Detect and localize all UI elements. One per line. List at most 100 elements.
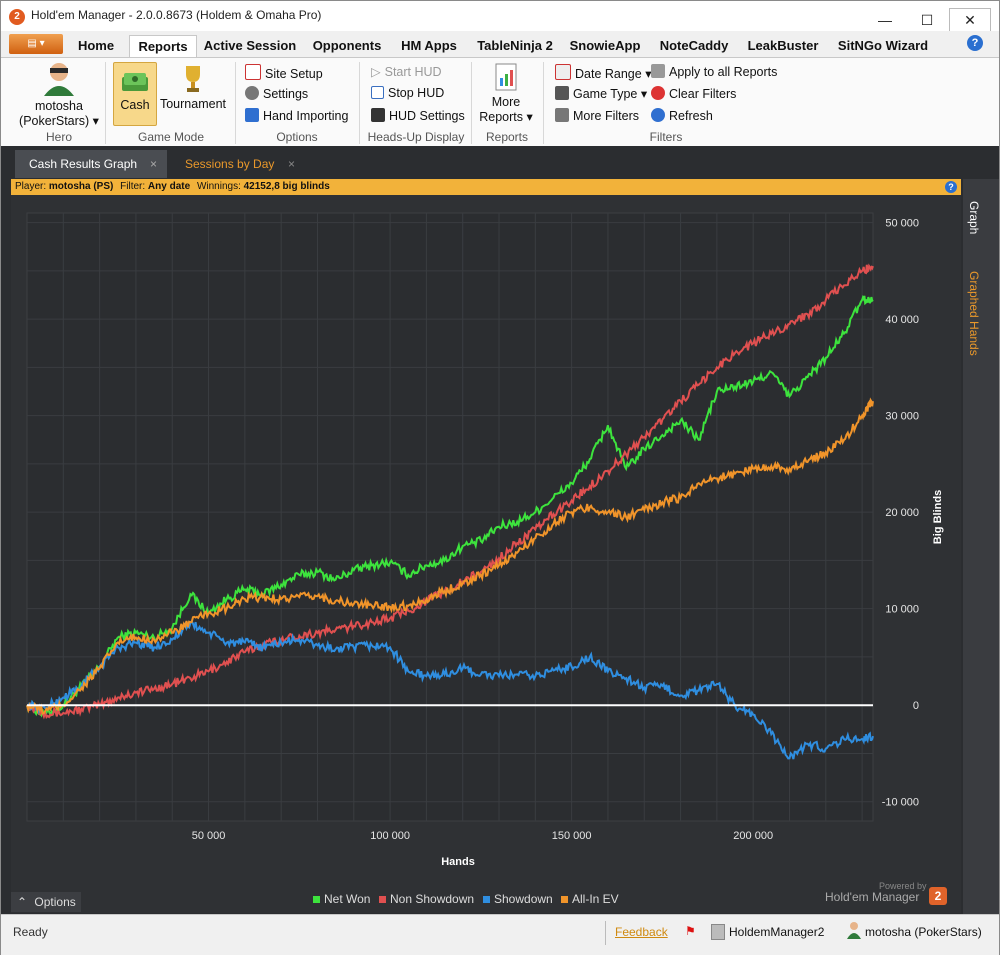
winnings-value: 42152,8 big blinds [243,181,330,192]
database-icon [711,924,725,940]
calendar-icon [555,64,571,80]
play-icon: ▷ [371,65,381,79]
tab-home[interactable]: Home [69,35,123,57]
filter-value: Any date [147,181,191,192]
tab-cash-results-graph[interactable]: Cash Results Graph × [15,150,167,178]
tab-notecaddy[interactable]: NoteCaddy [655,35,733,57]
database-name: HoldemManager2 [729,925,825,939]
date-range-button[interactable]: Date Range ▾ [555,64,651,81]
site-setup-icon [245,64,261,80]
filter-label: Filter: [120,181,146,192]
y-tick-label: 10 000 [885,604,919,616]
import-arrow-icon [245,108,259,122]
y-axis-label: Big Blinds [932,490,944,544]
game-mode-group-label: Game Mode [137,130,205,144]
y-tick-label: 30 000 [885,411,919,423]
ribbon-divider [543,62,544,144]
apply-all-reports-button[interactable]: Apply to all Reports [651,64,777,79]
hero-group-label: Hero [45,130,72,144]
site-setup-button[interactable]: Site Setup [245,64,323,81]
hud-settings-button[interactable]: HUD Settings [371,108,465,123]
legend-swatch [483,896,490,903]
refresh-button[interactable]: Refresh [651,108,713,123]
legend-all-in-ev[interactable]: All-In EV [561,892,619,906]
tab-opponents[interactable]: Opponents [307,35,387,57]
clear-icon [651,86,665,100]
tab-tableninja[interactable]: TableNinja 2 [473,35,557,57]
ribbon-divider [359,62,360,144]
status-bar: Ready Feedback ⚑ HoldemManager2 motosha … [1,914,999,955]
winnings-label: Winnings: [196,181,241,192]
status-user: motosha (PokerStars) [865,925,982,939]
filter-icon [555,108,569,122]
more-reports-label-2: Reports ▾ [479,110,533,124]
status-text: Ready [13,925,48,939]
cash-button[interactable]: Cash [113,62,157,126]
feedback-link[interactable]: Feedback [615,925,668,939]
player-value: motosha (PS) [48,181,114,192]
ribbon: motosha (PokerStars) ▾ Hero Cash Tournam… [1,57,999,147]
tab-sitngo-wizard[interactable]: SitNGo Wizard [833,35,933,57]
close-tab-icon[interactable]: × [150,150,157,178]
menu-bar: ▤ ▾ Home Reports Active Session Opponent… [1,31,999,58]
minimize-button[interactable]: — [865,9,905,33]
tab-leakbuster[interactable]: LeakBuster [741,35,825,57]
close-tab-icon[interactable]: × [288,150,295,178]
more-filters-button[interactable]: More Filters [555,108,639,123]
game-type-button[interactable]: Game Type ▾ [555,86,647,101]
trophy-icon [186,66,200,92]
filters-group-label: Filters [649,130,683,144]
legend-showdown[interactable]: Showdown [483,892,553,906]
hero-site: (PokerStars) ▾ [19,114,99,128]
tab-snowieapp[interactable]: SnowieApp [565,35,645,57]
apply-icon [651,64,665,78]
legend-net-won[interactable]: Net Won [313,892,370,906]
hud-group-label: Heads-Up Display [367,130,465,144]
y-tick-label: 20 000 [885,507,919,519]
options-toggle-button[interactable]: ⌃ Options [11,892,81,912]
x-tick-label: 150 000 [552,830,592,842]
info-help-icon[interactable]: ? [945,181,957,193]
stop-hud-button[interactable]: Stop HUD [371,86,444,100]
help-icon[interactable]: ? [967,35,983,51]
results-chart: 50 000 100 000 150 000 200 000 -10 000 0 10 00… [26,212,944,868]
hero-selector[interactable]: motosha (PokerStars) ▾ [17,60,101,128]
more-reports-button[interactable]: More Reports ▾ [479,62,533,124]
side-tab-graphed-hands[interactable]: Graphed Hands [967,271,981,356]
hand-importing-button[interactable]: Hand Importing [245,108,348,123]
more-reports-label-1: More [491,95,521,109]
tab-hm-apps[interactable]: HM Apps [393,35,465,57]
game-type-icon [555,86,569,100]
user-avatar-icon [847,921,861,939]
maximize-button[interactable]: ☐ [907,9,947,33]
options-group-label: Options [276,130,318,144]
brand-logo-icon: 2 [929,887,947,905]
app-menu-button[interactable]: ▤ ▾ [9,34,63,54]
report-document-icon [495,63,517,91]
chevron-up-icon: ⌃ [17,895,28,909]
legend-non-showdown[interactable]: Non Showdown [379,892,474,906]
tournament-label: Tournament [159,97,226,111]
side-panel: Graph Graphed Hands [963,179,999,914]
main-window: 2 Hold'em Manager - 2.0.0.8673 (Holdem &… [0,0,1000,955]
options-label: Options [34,895,76,909]
player-label: Player: [15,181,47,192]
tab-sessions-by-day[interactable]: Sessions by Day × [171,150,305,178]
side-tab-graph[interactable]: Graph [967,201,981,234]
chart-panel: 50 000 100 000 150 000 200 000 -10 000 0 10 00… [11,195,961,913]
tab-reports[interactable]: Reports [129,35,197,58]
tournament-button[interactable]: Tournament [159,62,227,111]
filter-info-bar: Player: motosha (PS) Filter: Any date Wi… [11,179,961,195]
settings-button[interactable]: Settings [245,86,308,101]
start-hud-button[interactable]: ▷ Start HUD [371,64,442,79]
status-divider [605,921,606,945]
clear-filters-button[interactable]: Clear Filters [651,86,736,101]
tab-active-session[interactable]: Active Session [201,35,299,57]
refresh-icon [651,108,665,122]
hud-settings-icon [371,108,385,122]
hero-avatar-icon [44,63,74,96]
plot-area [26,212,874,822]
title-bar: 2 Hold'em Manager - 2.0.0.8673 (Holdem &… [1,1,999,34]
app-logo-icon: 2 [9,9,25,25]
tab-label: Cash Results Graph [29,157,138,171]
